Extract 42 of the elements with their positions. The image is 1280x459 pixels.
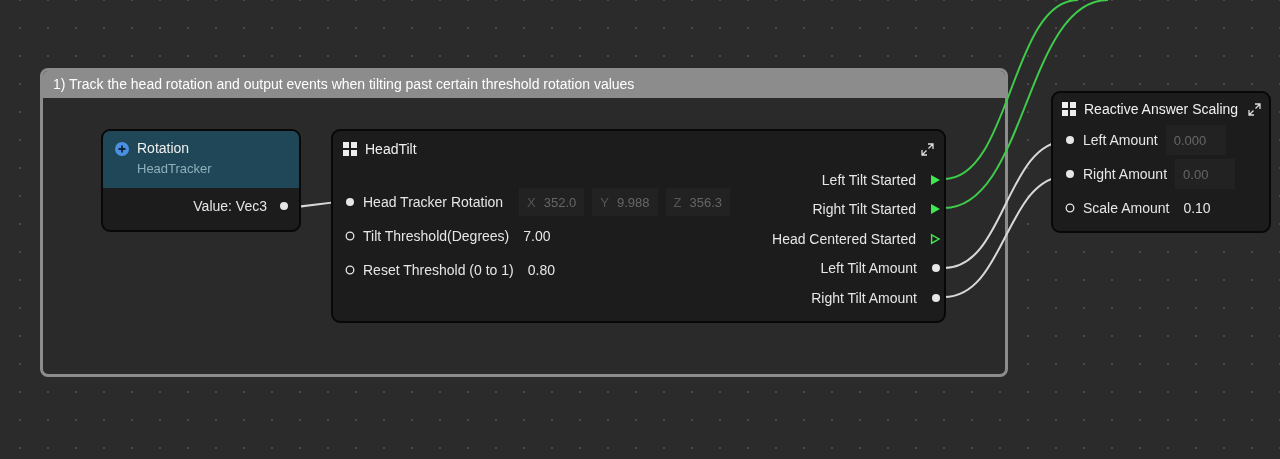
plus-icon [115, 142, 129, 156]
filled-port-icon[interactable] [1065, 169, 1075, 179]
port-label: Left Amount [1083, 132, 1158, 148]
comment-title: 1) Track the head rotation and output events when tilting past certain threshold rotation values [43, 71, 1005, 98]
port-label: Right Amount [1083, 166, 1168, 182]
node-subtitle: HeadTracker [137, 161, 212, 176]
port-label: Head Tracker Rotation [363, 194, 504, 210]
port-label: Left Tilt Started [821, 171, 916, 188]
node-title: HeadTilt [365, 141, 418, 157]
port-label: Tilt Threshold(Degrees) [363, 228, 510, 244]
head-tilt-node[interactable] [331, 129, 946, 323]
node-title: Rotation [137, 140, 191, 156]
node-title: Reactive Answer Scaling [1084, 101, 1240, 117]
filled-port-icon[interactable] [931, 292, 941, 303]
port-label: Reset Threshold (0 to 1) [363, 262, 514, 278]
expand-icon[interactable] [921, 142, 934, 156]
port-label: Head Centered Started [772, 230, 916, 247]
value-field[interactable]: 0.00 [1175, 159, 1236, 189]
play-icon[interactable] [930, 173, 941, 186]
hollow-port-icon[interactable] [1065, 203, 1075, 213]
port-value: 7.00 [523, 228, 551, 244]
port-label: Scale Amount [1083, 200, 1170, 216]
play-icon[interactable] [930, 232, 941, 245]
grid-icon [343, 142, 357, 156]
port-value: 0.10 [1183, 200, 1211, 216]
expand-icon[interactable] [1248, 102, 1261, 116]
port-value: 0.80 [527, 262, 555, 278]
hollow-port-icon[interactable] [345, 231, 355, 241]
filled-port-icon[interactable] [345, 197, 355, 207]
port-label: Right Tilt Amount [811, 289, 917, 306]
value-field[interactable]: 0.000 [1165, 125, 1226, 155]
port-label: Right Tilt Started [812, 201, 916, 218]
filled-port-icon[interactable] [279, 201, 289, 211]
port-label: Left Tilt Amount [820, 260, 917, 277]
port-label: Value: Vec3 [193, 198, 267, 214]
rotation-node[interactable]: Rotation HeadTracker Value: Vec3 [101, 129, 301, 232]
play-icon[interactable] [930, 203, 941, 216]
filled-port-icon[interactable] [1065, 135, 1075, 145]
grid-icon [1062, 102, 1076, 116]
hollow-port-icon[interactable] [345, 265, 355, 275]
filled-port-icon[interactable] [931, 263, 941, 274]
reactive-node[interactable]: Reactive Answer Scaling Left Amount 0.000 Right Amount 0.00 Scale Amount 0.10 [1051, 91, 1271, 233]
